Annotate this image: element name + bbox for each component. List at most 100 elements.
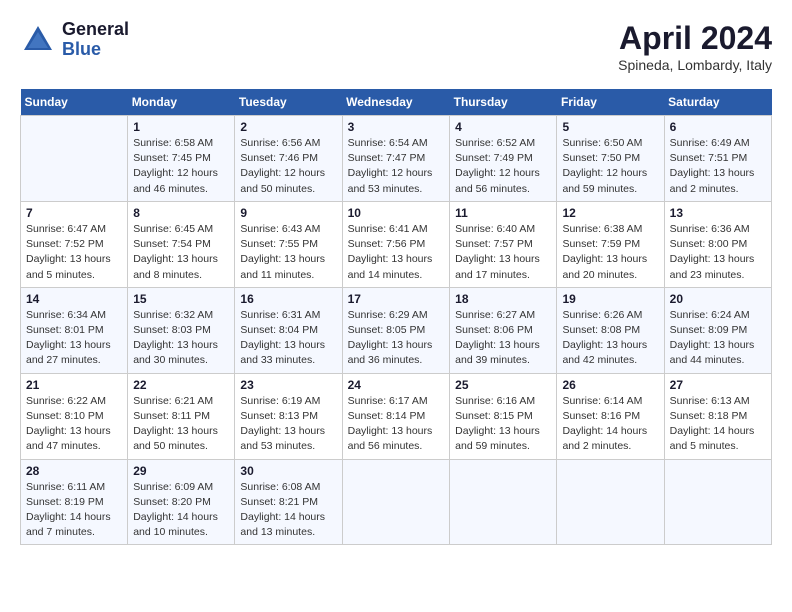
calendar-day-cell: 12 Sunrise: 6:38 AMSunset: 7:59 PMDayligh… bbox=[557, 201, 664, 287]
calendar-day-cell: 10Sunrise: 6:41 AMSunset: 7:56 PMDayligh… bbox=[342, 201, 450, 287]
day-number: 11 bbox=[455, 206, 551, 220]
logo-line1: General bbox=[62, 20, 129, 40]
calendar-day-cell: 29 Sunrise: 6:09 AMSunset: 8:20 PMDayligh… bbox=[128, 459, 235, 545]
day-number: 30 bbox=[240, 464, 336, 478]
day-number: 18 bbox=[455, 292, 551, 306]
header-day-sunday: Sunday bbox=[21, 89, 128, 116]
day-info: Sunrise: 6:14 AMSunset: 8:16 PMDaylight:… bbox=[562, 394, 658, 455]
day-info: Sunrise: 6:08 AMSunset: 8:21 PMDaylight:… bbox=[240, 480, 336, 541]
day-number: 23 bbox=[240, 378, 336, 392]
header: General Blue April 2024 Spineda, Lombard… bbox=[20, 20, 772, 73]
calendar-day-cell: 26 Sunrise: 6:14 AMSunset: 8:16 PMDayligh… bbox=[557, 373, 664, 459]
title-area: April 2024 Spineda, Lombardy, Italy bbox=[618, 20, 772, 73]
calendar-day-cell bbox=[342, 459, 450, 545]
day-info: Sunrise: 6:19 AMSunset: 8:13 PMDaylight:… bbox=[240, 394, 336, 455]
calendar-day-cell: 16 Sunrise: 6:31 AMSunset: 8:04 PMDayligh… bbox=[235, 287, 342, 373]
day-info: Sunrise: 6:26 AMSunset: 8:08 PMDaylight:… bbox=[562, 308, 658, 369]
logo-text: General Blue bbox=[62, 20, 129, 60]
calendar-day-cell: 22Sunrise: 6:21 AMSunset: 8:11 PMDayligh… bbox=[128, 373, 235, 459]
calendar-day-cell: 30 Sunrise: 6:08 AMSunset: 8:21 PMDayligh… bbox=[235, 459, 342, 545]
day-number: 20 bbox=[670, 292, 766, 306]
header-day-wednesday: Wednesday bbox=[342, 89, 450, 116]
day-number: 15 bbox=[133, 292, 229, 306]
day-info: Sunrise: 6:54 AMSunset: 7:47 PMDaylight:… bbox=[348, 136, 445, 197]
header-day-monday: Monday bbox=[128, 89, 235, 116]
day-number: 12 bbox=[562, 206, 658, 220]
day-info: Sunrise: 6:11 AMSunset: 8:19 PMDaylight:… bbox=[26, 480, 122, 541]
header-day-saturday: Saturday bbox=[664, 89, 771, 116]
day-info: Sunrise: 6:34 AMSunset: 8:01 PMDaylight:… bbox=[26, 308, 122, 369]
day-info: Sunrise: 6:50 AMSunset: 7:50 PMDaylight:… bbox=[562, 136, 658, 197]
day-number: 25 bbox=[455, 378, 551, 392]
calendar-day-cell: 25 Sunrise: 6:16 AMSunset: 8:15 PMDayligh… bbox=[450, 373, 557, 459]
calendar-day-cell: 2 Sunrise: 6:56 AMSunset: 7:46 PMDaylight… bbox=[235, 116, 342, 202]
day-number: 24 bbox=[348, 378, 445, 392]
day-info: Sunrise: 6:47 AMSunset: 7:52 PMDaylight:… bbox=[26, 222, 122, 283]
calendar-day-cell: 18Sunrise: 6:27 AMSunset: 8:06 PMDayligh… bbox=[450, 287, 557, 373]
day-info: Sunrise: 6:41 AMSunset: 7:56 PMDaylight:… bbox=[348, 222, 445, 283]
calendar-day-cell: 13 Sunrise: 6:36 AMSunset: 8:00 PMDayligh… bbox=[664, 201, 771, 287]
day-info: Sunrise: 6:16 AMSunset: 8:15 PMDaylight:… bbox=[455, 394, 551, 455]
day-number: 14 bbox=[26, 292, 122, 306]
day-number: 21 bbox=[26, 378, 122, 392]
day-info: Sunrise: 6:58 AMSunset: 7:45 PMDaylight:… bbox=[133, 136, 229, 197]
day-number: 7 bbox=[26, 206, 122, 220]
calendar-day-cell: 6 Sunrise: 6:49 AMSunset: 7:51 PMDaylight… bbox=[664, 116, 771, 202]
calendar-day-cell bbox=[557, 459, 664, 545]
calendar-header-row: SundayMondayTuesdayWednesdayThursdayFrid… bbox=[21, 89, 772, 116]
day-number: 29 bbox=[133, 464, 229, 478]
calendar-day-cell: 11Sunrise: 6:40 AMSunset: 7:57 PMDayligh… bbox=[450, 201, 557, 287]
calendar-week-row: 1 Sunrise: 6:58 AMSunset: 7:45 PMDaylight… bbox=[21, 116, 772, 202]
logo-line2: Blue bbox=[62, 40, 129, 60]
day-number: 17 bbox=[348, 292, 445, 306]
day-info: Sunrise: 6:56 AMSunset: 7:46 PMDaylight:… bbox=[240, 136, 336, 197]
calendar-day-cell: 15 Sunrise: 6:32 AMSunset: 8:03 PMDayligh… bbox=[128, 287, 235, 373]
day-number: 1 bbox=[133, 120, 229, 134]
day-number: 4 bbox=[455, 120, 551, 134]
calendar-day-cell: 21 Sunrise: 6:22 AMSunset: 8:10 PMDayligh… bbox=[21, 373, 128, 459]
day-info: Sunrise: 6:31 AMSunset: 8:04 PMDaylight:… bbox=[240, 308, 336, 369]
day-number: 2 bbox=[240, 120, 336, 134]
calendar-day-cell bbox=[450, 459, 557, 545]
day-info: Sunrise: 6:22 AMSunset: 8:10 PMDaylight:… bbox=[26, 394, 122, 455]
day-info: Sunrise: 6:36 AMSunset: 8:00 PMDaylight:… bbox=[670, 222, 766, 283]
day-number: 8 bbox=[133, 206, 229, 220]
day-number: 22 bbox=[133, 378, 229, 392]
location: Spineda, Lombardy, Italy bbox=[618, 57, 772, 73]
day-info: Sunrise: 6:24 AMSunset: 8:09 PMDaylight:… bbox=[670, 308, 766, 369]
day-info: Sunrise: 6:09 AMSunset: 8:20 PMDaylight:… bbox=[133, 480, 229, 541]
day-info: Sunrise: 6:38 AMSunset: 7:59 PMDaylight:… bbox=[562, 222, 658, 283]
calendar-day-cell: 20 Sunrise: 6:24 AMSunset: 8:09 PMDayligh… bbox=[664, 287, 771, 373]
logo-icon bbox=[20, 22, 56, 58]
header-day-tuesday: Tuesday bbox=[235, 89, 342, 116]
day-info: Sunrise: 6:52 AMSunset: 7:49 PMDaylight:… bbox=[455, 136, 551, 197]
calendar-week-row: 28 Sunrise: 6:11 AMSunset: 8:19 PMDayligh… bbox=[21, 459, 772, 545]
calendar-day-cell: 1 Sunrise: 6:58 AMSunset: 7:45 PMDaylight… bbox=[128, 116, 235, 202]
day-info: Sunrise: 6:49 AMSunset: 7:51 PMDaylight:… bbox=[670, 136, 766, 197]
day-number: 5 bbox=[562, 120, 658, 134]
day-info: Sunrise: 6:45 AMSunset: 7:54 PMDaylight:… bbox=[133, 222, 229, 283]
day-number: 16 bbox=[240, 292, 336, 306]
day-info: Sunrise: 6:32 AMSunset: 8:03 PMDaylight:… bbox=[133, 308, 229, 369]
day-number: 19 bbox=[562, 292, 658, 306]
calendar-day-cell: 27Sunrise: 6:13 AMSunset: 8:18 PMDayligh… bbox=[664, 373, 771, 459]
calendar-day-cell: 3 Sunrise: 6:54 AMSunset: 7:47 PMDaylight… bbox=[342, 116, 450, 202]
day-number: 28 bbox=[26, 464, 122, 478]
day-number: 6 bbox=[670, 120, 766, 134]
day-number: 9 bbox=[240, 206, 336, 220]
calendar-week-row: 14 Sunrise: 6:34 AMSunset: 8:01 PMDayligh… bbox=[21, 287, 772, 373]
month-title: April 2024 bbox=[618, 20, 772, 57]
calendar-day-cell: 14 Sunrise: 6:34 AMSunset: 8:01 PMDayligh… bbox=[21, 287, 128, 373]
day-number: 3 bbox=[348, 120, 445, 134]
calendar-day-cell: 9Sunrise: 6:43 AMSunset: 7:55 PMDaylight… bbox=[235, 201, 342, 287]
calendar-day-cell: 4 Sunrise: 6:52 AMSunset: 7:49 PMDaylight… bbox=[450, 116, 557, 202]
calendar-day-cell bbox=[21, 116, 128, 202]
header-day-thursday: Thursday bbox=[450, 89, 557, 116]
header-day-friday: Friday bbox=[557, 89, 664, 116]
day-number: 26 bbox=[562, 378, 658, 392]
calendar-day-cell: 5 Sunrise: 6:50 AMSunset: 7:50 PMDaylight… bbox=[557, 116, 664, 202]
calendar-table: SundayMondayTuesdayWednesdayThursdayFrid… bbox=[20, 89, 772, 545]
day-number: 13 bbox=[670, 206, 766, 220]
calendar-day-cell bbox=[664, 459, 771, 545]
day-info: Sunrise: 6:13 AMSunset: 8:18 PMDaylight:… bbox=[670, 394, 766, 455]
